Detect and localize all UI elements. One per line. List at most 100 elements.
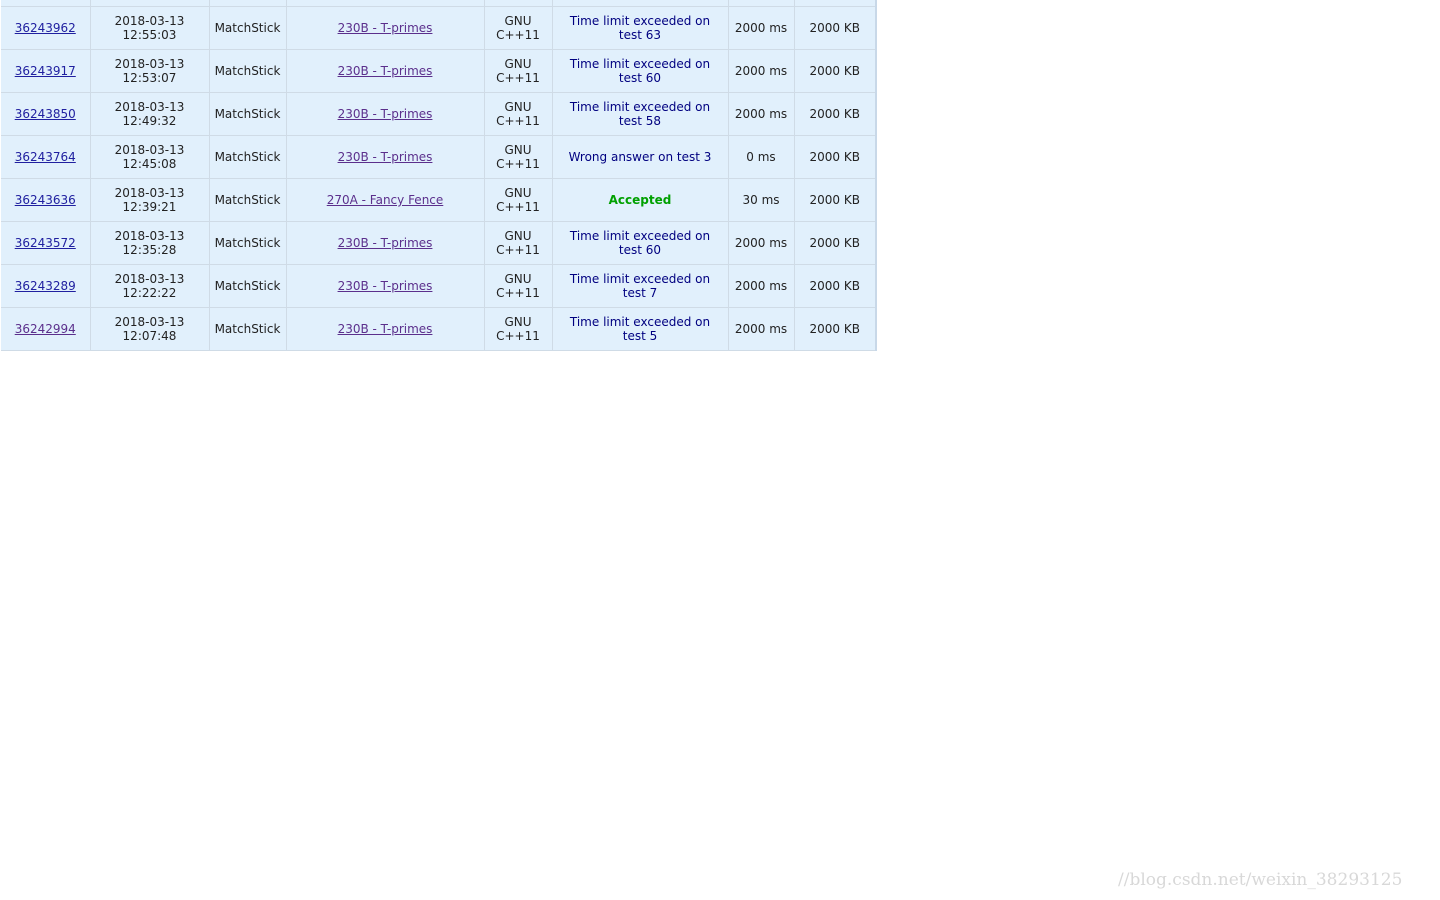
problem-link[interactable]: 230B - T-primes bbox=[338, 322, 433, 336]
time-cell: 2000 ms bbox=[728, 49, 795, 93]
verdict-text: Time limit exceeded on test 5 bbox=[569, 315, 711, 343]
author-name: MatchStick bbox=[214, 279, 281, 293]
language-line-1: GNU bbox=[504, 315, 532, 329]
problem-cell: 230B - T-primes bbox=[286, 135, 485, 179]
time-cell: 30 ms bbox=[728, 178, 795, 222]
language-line-1: GNU bbox=[504, 57, 532, 71]
submission-id-cell: 36243962 bbox=[1, 6, 91, 50]
submission-time: 12:45:08 bbox=[122, 157, 177, 171]
problem-cell: 270A - Fancy Fence bbox=[286, 178, 485, 222]
time-cell: 2000 ms bbox=[728, 6, 795, 50]
language-line-1: GNU bbox=[504, 100, 532, 114]
submission-id-cell: 36243850 bbox=[1, 92, 91, 136]
submissions-body: 36243962 2018-03-13 12:55:03 MatchStick 230B… bbox=[1, 0, 876, 351]
problem-cell: 230B - T-primes bbox=[286, 221, 485, 265]
when-cell: 2018-03-13 12:49:32 bbox=[90, 92, 210, 136]
submission-date: 2018-03-13 bbox=[114, 143, 185, 157]
problem-cell: 230B - T-primes bbox=[286, 92, 485, 136]
time-used: 2000 ms bbox=[734, 236, 788, 250]
language-line-2: C++11 bbox=[496, 329, 540, 343]
table-row: 36243289 2018-03-13 12:22:22 MatchStick 230B… bbox=[1, 264, 876, 308]
submission-id-link[interactable]: 36243764 bbox=[15, 150, 76, 164]
time-cell: 2000 ms bbox=[728, 264, 795, 308]
language-line-1: GNU bbox=[504, 143, 532, 157]
submission-id-link[interactable]: 36242994 bbox=[15, 322, 76, 336]
time-used: 0 ms bbox=[746, 150, 776, 164]
who-cell: MatchStick bbox=[209, 135, 287, 179]
verdict-text: Time limit exceeded on test 60 bbox=[569, 57, 711, 85]
memory-used: 2000 KB bbox=[809, 107, 860, 121]
verdict-text: Wrong answer on test 3 bbox=[568, 150, 712, 164]
language-cell: GNU C++11 bbox=[484, 135, 553, 179]
memory-used: 2000 KB bbox=[809, 21, 860, 35]
author-name: MatchStick bbox=[214, 193, 281, 207]
submission-time: 12:49:32 bbox=[122, 114, 177, 128]
time-used: 2000 ms bbox=[734, 322, 788, 336]
submission-id-link[interactable]: 36243962 bbox=[15, 21, 76, 35]
who-cell: MatchStick bbox=[209, 178, 287, 222]
submission-id-link[interactable]: 36243917 bbox=[15, 64, 76, 78]
submission-id-cell: 36243636 bbox=[1, 178, 91, 222]
problem-link[interactable]: 230B - T-primes bbox=[338, 21, 433, 35]
when-cell: 2018-03-13 12:39:21 bbox=[90, 178, 210, 222]
submission-id-link[interactable]: 36243636 bbox=[15, 193, 76, 207]
author-name: MatchStick bbox=[214, 236, 281, 250]
verdict-cell: Wrong answer on test 3 bbox=[552, 135, 729, 179]
problem-link[interactable]: 230B - T-primes bbox=[338, 150, 433, 164]
submission-date: 2018-03-13 bbox=[114, 57, 185, 71]
who-cell: MatchStick bbox=[209, 49, 287, 93]
when-cell: 2018-03-13 12:55:03 bbox=[90, 6, 210, 50]
problem-cell: 230B - T-primes bbox=[286, 49, 485, 93]
submission-id-cell: 36243572 bbox=[1, 221, 91, 265]
verdict-cell: Time limit exceeded on test 63 bbox=[552, 6, 729, 50]
submission-id-cell: 36242994 bbox=[1, 307, 91, 351]
author-name: MatchStick bbox=[214, 107, 281, 121]
submission-time: 12:39:21 bbox=[122, 200, 177, 214]
verdict-cell: Accepted bbox=[552, 178, 729, 222]
table-row: 36242994 2018-03-13 12:07:48 MatchStick 230B… bbox=[1, 307, 876, 351]
problem-link[interactable]: 270A - Fancy Fence bbox=[327, 193, 444, 207]
when-cell: 2018-03-13 12:35:28 bbox=[90, 221, 210, 265]
problem-link[interactable]: 230B - T-primes bbox=[338, 64, 433, 78]
problem-link[interactable]: 230B - T-primes bbox=[338, 236, 433, 250]
language-line-1: GNU bbox=[504, 229, 532, 243]
submission-id-cell: 36243289 bbox=[1, 264, 91, 308]
time-cell: 2000 ms bbox=[728, 221, 795, 265]
table-row: 36243572 2018-03-13 12:35:28 MatchStick 230B… bbox=[1, 221, 876, 265]
when-cell: 2018-03-13 12:22:22 bbox=[90, 264, 210, 308]
language-line-2: C++11 bbox=[496, 28, 540, 42]
submissions-table: 36243962 2018-03-13 12:55:03 MatchStick 230B… bbox=[1, 0, 877, 351]
watermark: //blog.csdn.net/weixin_38293125 bbox=[1118, 870, 1403, 890]
language-cell: GNU C++11 bbox=[484, 92, 553, 136]
submission-id-link[interactable]: 36243850 bbox=[15, 107, 76, 121]
when-cell: 2018-03-13 12:53:07 bbox=[90, 49, 210, 93]
submission-time: 12:22:22 bbox=[122, 286, 177, 300]
memory-used: 2000 KB bbox=[809, 236, 860, 250]
language-line-2: C++11 bbox=[496, 114, 540, 128]
language-line-2: C++11 bbox=[496, 200, 540, 214]
verdict-cell: Time limit exceeded on test 60 bbox=[552, 221, 729, 265]
author-name: MatchStick bbox=[214, 322, 281, 336]
submission-date: 2018-03-13 bbox=[114, 186, 185, 200]
problem-link[interactable]: 230B - T-primes bbox=[338, 279, 433, 293]
language-cell: GNU C++11 bbox=[484, 6, 553, 50]
memory-used: 2000 KB bbox=[809, 64, 860, 78]
language-line-2: C++11 bbox=[496, 71, 540, 85]
who-cell: MatchStick bbox=[209, 6, 287, 50]
submission-date: 2018-03-13 bbox=[114, 272, 185, 286]
memory-used: 2000 KB bbox=[809, 150, 860, 164]
memory-used: 2000 KB bbox=[809, 279, 860, 293]
verdict-cell: Time limit exceeded on test 5 bbox=[552, 307, 729, 351]
memory-used: 2000 KB bbox=[809, 322, 860, 336]
submission-id-cell: 36243917 bbox=[1, 49, 91, 93]
verdict-text: Time limit exceeded on test 7 bbox=[569, 272, 711, 300]
author-name: MatchStick bbox=[214, 21, 281, 35]
problem-link[interactable]: 230B - T-primes bbox=[338, 107, 433, 121]
memory-cell: 2000 KB bbox=[794, 49, 876, 93]
submission-id-link[interactable]: 36243572 bbox=[15, 236, 76, 250]
table-row: 36243962 2018-03-13 12:55:03 MatchStick 230B… bbox=[1, 6, 876, 50]
table-row: 36243764 2018-03-13 12:45:08 MatchStick 230B… bbox=[1, 135, 876, 179]
verdict-cell: Time limit exceeded on test 58 bbox=[552, 92, 729, 136]
problem-cell: 230B - T-primes bbox=[286, 264, 485, 308]
submission-id-link[interactable]: 36243289 bbox=[15, 279, 76, 293]
